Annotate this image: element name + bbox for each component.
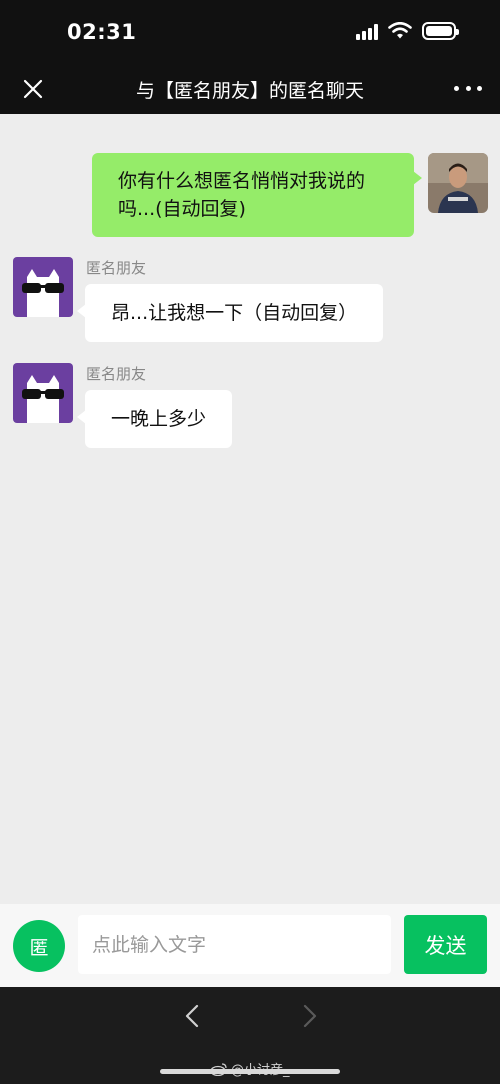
send-button[interactable]: 发送 bbox=[404, 915, 487, 974]
my-message-bubble[interactable]: 你有什么想匿名悄悄对我说的吗...(自动回复) bbox=[92, 153, 422, 237]
friend-avatar[interactable] bbox=[13, 257, 73, 317]
home-indicator[interactable] bbox=[160, 1069, 340, 1074]
more-icon[interactable] bbox=[454, 78, 482, 98]
top-bar: 02:31 与【匿名朋友】的匿名聊天 bbox=[0, 0, 500, 114]
message-input[interactable] bbox=[78, 915, 391, 974]
battery-icon bbox=[422, 22, 459, 40]
input-bar: 匿 发送 bbox=[0, 904, 500, 987]
page-title: 与【匿名朋友】的匿名聊天 bbox=[135, 80, 364, 102]
signal-icon bbox=[356, 22, 378, 40]
friend-message-bubble[interactable]: 昂...让我想一下（自动回复） bbox=[76, 284, 384, 342]
friend-avatar[interactable] bbox=[13, 363, 73, 423]
sender-name: 匿名朋友 bbox=[86, 259, 147, 277]
my-avatar[interactable] bbox=[428, 153, 488, 213]
sender-name: 匿名朋友 bbox=[86, 365, 147, 383]
back-icon[interactable] bbox=[181, 1004, 205, 1028]
chat-area[interactable]: 你有什么想匿名悄悄对我说的吗...(自动回复) 匿名朋友 昂...让我想一下（自… bbox=[0, 114, 500, 904]
friend-message-bubble[interactable]: 一晚上多少 bbox=[76, 390, 233, 448]
status-time: 02:31 bbox=[67, 20, 137, 44]
status-icons bbox=[356, 22, 459, 40]
wifi-icon bbox=[388, 22, 412, 39]
browser-toolbar: @小讨彦_ bbox=[0, 987, 500, 1084]
forward-icon[interactable] bbox=[297, 1004, 321, 1028]
anonymous-toggle-button[interactable]: 匿 bbox=[13, 920, 65, 972]
